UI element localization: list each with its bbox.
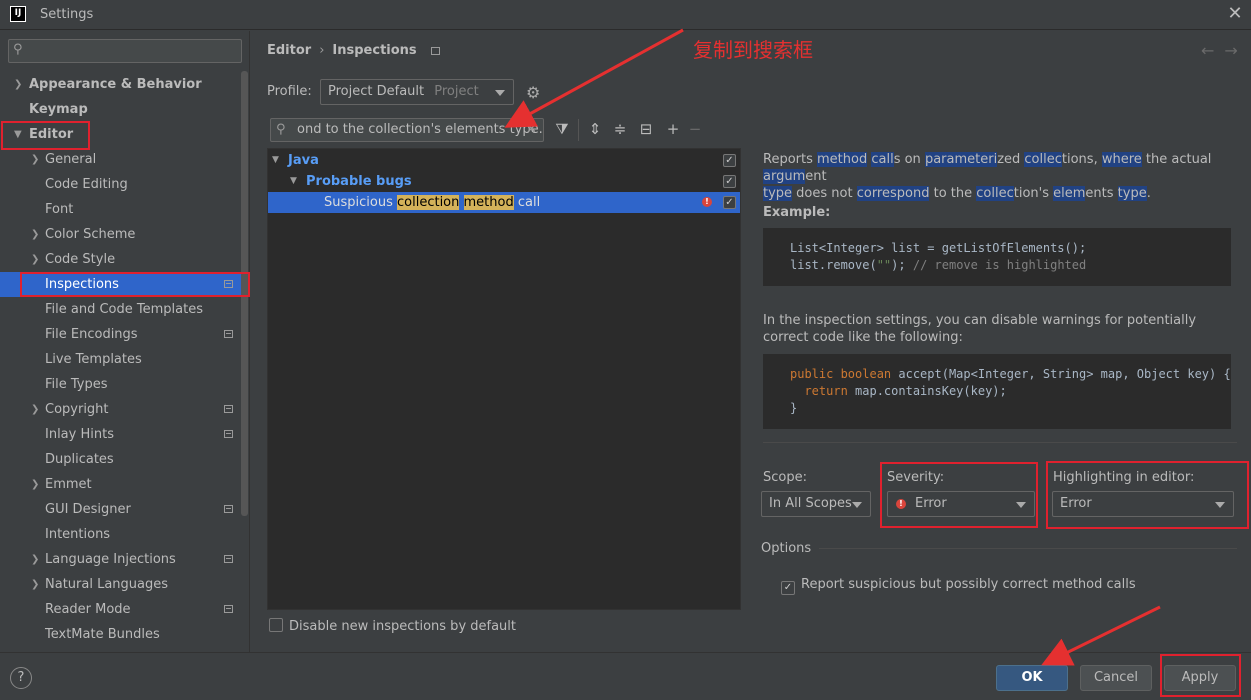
annotation-arrow-ok [1041,605,1161,666]
annotation-arrow-search [504,28,684,128]
annotation-arrows [504,28,1161,666]
